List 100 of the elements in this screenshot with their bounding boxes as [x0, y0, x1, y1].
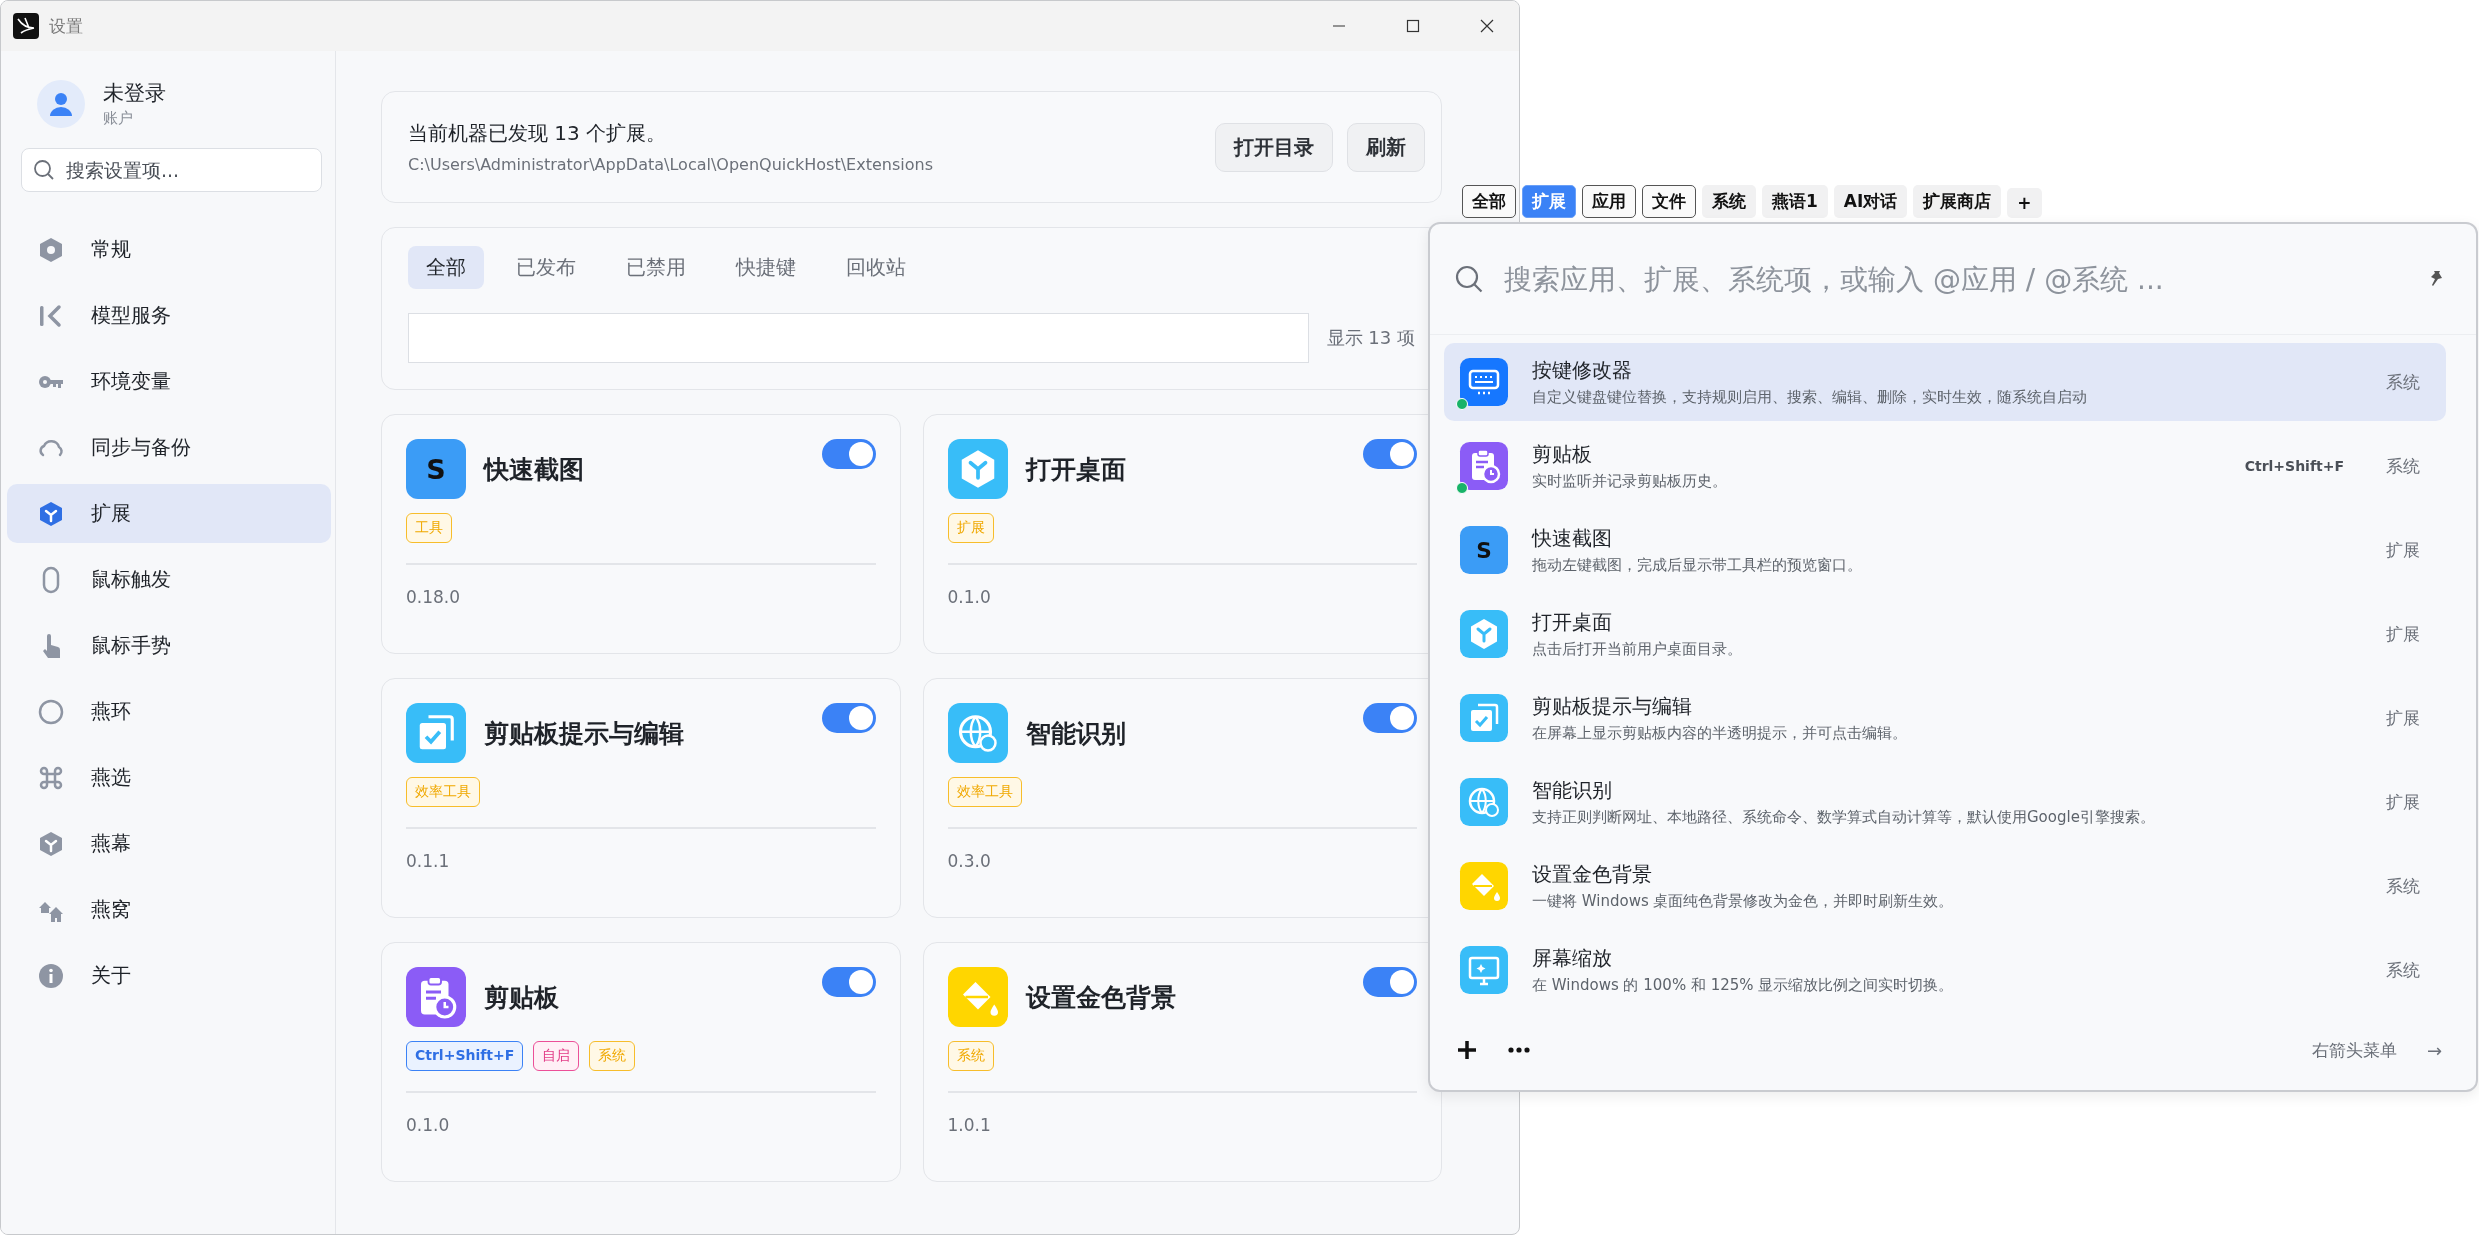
result-description: 支持正则判断网址、本地路径、系统命令、数学算式自动计算等，默认使用Google引擎搜索。	[1532, 808, 2156, 827]
launcher-tab[interactable]: 燕语1	[1762, 185, 1828, 218]
result-title: 打开桌面	[1532, 609, 1613, 636]
toggle-switch[interactable]	[1363, 703, 1417, 733]
copy-check-icon	[406, 703, 466, 763]
extension-title: 打开桌面	[1025, 453, 1127, 486]
result-item[interactable]: 剪贴板提示与编辑 在屏幕上显示剪贴板内容的半透明提示，并可点击编辑。 扩展	[1444, 679, 2446, 757]
sidebar-item[interactable]: 常规	[7, 220, 331, 279]
sidebar-item[interactable]: 环境变量	[7, 352, 331, 411]
result-category: 系统	[2386, 874, 2420, 898]
avatar[interactable]	[37, 79, 85, 128]
toggle-switch[interactable]	[821, 439, 876, 469]
sidebar-item[interactable]: 燕窝	[7, 880, 331, 939]
toggle-switch[interactable]	[821, 703, 876, 733]
user-icon	[48, 90, 74, 117]
result-category: 系统	[2386, 454, 2420, 478]
tag: 工具	[406, 513, 452, 543]
result-item[interactable]: 屏幕缩放 在 Windows 的 100% 和 125% 显示缩放比例之间实时切换。 系统	[1444, 931, 2446, 1009]
result-title: 剪贴板	[1532, 441, 1593, 468]
result-category: 扩展	[2386, 538, 2420, 562]
result-category: 系统	[2386, 370, 2420, 394]
globe-icon	[947, 703, 1008, 763]
maximize-icon[interactable]	[1405, 18, 1421, 34]
launcher-tab[interactable]: +	[2007, 188, 2042, 218]
toggle-switch[interactable]	[821, 967, 876, 997]
search-field[interactable]: 搜索设置项...	[21, 148, 322, 192]
window-title: 设置	[49, 14, 84, 38]
result-description: 一键将 Windows 桌面纯色背景修改为金色，并即时刷新生效。	[1532, 892, 1955, 911]
arrow-glyph: →	[2426, 1039, 2442, 1061]
menu-hint: 右箭头菜单	[2311, 1038, 2397, 1062]
sidebar-item[interactable]: 燕幕	[7, 814, 331, 873]
launcher-tab[interactable]: 扩展	[1522, 185, 1576, 218]
tag: 自启	[533, 1041, 580, 1071]
sidebar-item[interactable]: 关于	[7, 946, 331, 1005]
result-title: 设置金色背景	[1532, 861, 1653, 888]
version-text: 0.3.0	[947, 850, 992, 871]
result-item[interactable]: 按键修改器 自定义键盘键位替换，支持规则启用、搜索、编辑、删除，实时生效，随系统自启动 系统	[1444, 343, 2446, 421]
result-title: 剪贴板提示与编辑	[1532, 693, 1693, 720]
result-item[interactable]: 智能识别 支持正则判断网址、本地路径、系统命令、数学算式自动计算等，默认使用Google引擎搜索。 扩展	[1444, 763, 2446, 841]
version-text: 0.1.1	[406, 850, 451, 871]
cube-icon	[37, 499, 65, 528]
result-description: 拖动左键截图，完成后显示带工具栏的预览窗口。	[1532, 556, 1863, 575]
result-item[interactable]: 剪贴板 实时监听并记录剪贴板历史。 Ctrl+Shift+F 系统	[1444, 427, 2446, 505]
app-icon: S	[1460, 526, 1508, 574]
filter-tab[interactable]: 回收站	[828, 246, 924, 289]
refresh-button[interactable]: 刷新	[1347, 122, 1425, 172]
sidebar-item[interactable]: 扩展	[7, 484, 331, 543]
tag: 系统	[947, 1041, 994, 1071]
filter-input[interactable]	[408, 313, 1309, 363]
circle-icon	[37, 697, 65, 726]
result-description: 自定义键盘键位替换，支持规则启用、搜索、编辑、删除，实时生效，随系统自启动	[1532, 388, 2088, 407]
result-item[interactable]: 打开桌面 点击后打开当前用户桌面目录。 扩展	[1444, 595, 2446, 673]
result-title: 按键修改器	[1532, 357, 1633, 384]
extension-title: 剪贴板提示与编辑	[484, 717, 685, 750]
toggle-switch[interactable]	[1363, 439, 1417, 469]
launcher-tab[interactable]: 全部	[1462, 185, 1516, 218]
result-item[interactable]: 设置金色背景 一键将 Windows 桌面纯色背景修改为金色，并即时刷新生效。 系统	[1444, 847, 2446, 925]
toggle-switch[interactable]	[1363, 967, 1417, 997]
directory-path: C:\Users\Administrator\AppData\Local\OpenQuickHost\Extensions	[408, 155, 934, 174]
version-text: 0.1.0	[406, 1114, 451, 1135]
version-text: 1.0.1	[947, 1114, 992, 1135]
more-icon[interactable]	[1508, 1047, 1530, 1053]
tag: Ctrl+Shift+F	[406, 1041, 524, 1071]
result-category: 扩展	[2386, 790, 2420, 814]
open-folder-button[interactable]: 打开目录	[1215, 122, 1333, 172]
launcher-tab[interactable]: 扩展商店	[1913, 185, 2002, 218]
globe-icon	[1460, 778, 1508, 826]
close-icon[interactable]	[1479, 18, 1495, 34]
sidebar-item[interactable]: 鼠标手势	[7, 616, 331, 675]
result-description: 在 Windows 的 100% 和 125% 显示缩放比例之间实时切换。	[1532, 976, 1955, 995]
sidebar-item[interactable]: 同步与备份	[7, 418, 331, 477]
result-category: 扩展	[2386, 706, 2420, 730]
filter-tab[interactable]: 快捷键	[718, 246, 814, 289]
filter-tab[interactable]: 已禁用	[608, 246, 704, 289]
result-title: 快速截图	[1532, 525, 1613, 552]
result-description: 在屏幕上显示剪贴板内容的半透明提示，并可点击编辑。	[1532, 724, 1908, 743]
result-item[interactable]: S 快速截图 拖动左键截图，完成后显示带工具栏的预览窗口。 扩展	[1444, 511, 2446, 589]
sidebar-item[interactable]: 燕选	[7, 748, 331, 807]
sidebar-item[interactable]: 模型服务	[7, 286, 331, 345]
filter-tab[interactable]: 全部	[408, 246, 484, 289]
launcher-tab[interactable]: 应用	[1582, 185, 1636, 218]
launcher-tab[interactable]: 系统	[1702, 185, 1756, 218]
filter-tab[interactable]: 已发布	[498, 246, 594, 289]
paint-bucket-icon	[947, 967, 1008, 1027]
result-title: 智能识别	[1532, 777, 1613, 804]
extension-count-text: 当前机器已发现 13 个扩展。	[408, 120, 668, 147]
result-description: 实时监听并记录剪贴板历史。	[1532, 472, 1728, 491]
sidebar-item[interactable]: 鼠标触发	[7, 550, 331, 609]
app-icon: S	[406, 439, 466, 499]
sidebar-item[interactable]: 燕环	[7, 682, 331, 741]
user-name: 未登录	[103, 80, 166, 107]
launcher-tab[interactable]: 文件	[1642, 185, 1696, 218]
version-text: 0.1.0	[947, 586, 992, 607]
add-icon[interactable]	[1456, 1039, 1478, 1061]
paint-bucket-icon	[1460, 862, 1508, 910]
copy-check-icon	[1460, 694, 1508, 742]
search-icon	[33, 159, 55, 181]
launcher-tab[interactable]: AI对话	[1833, 185, 1908, 218]
launcher-search-field[interactable]: 搜索应用、扩展、系统项，或输入 @应用 / @系统 ...	[1502, 261, 2408, 297]
search-icon	[1454, 264, 1484, 294]
